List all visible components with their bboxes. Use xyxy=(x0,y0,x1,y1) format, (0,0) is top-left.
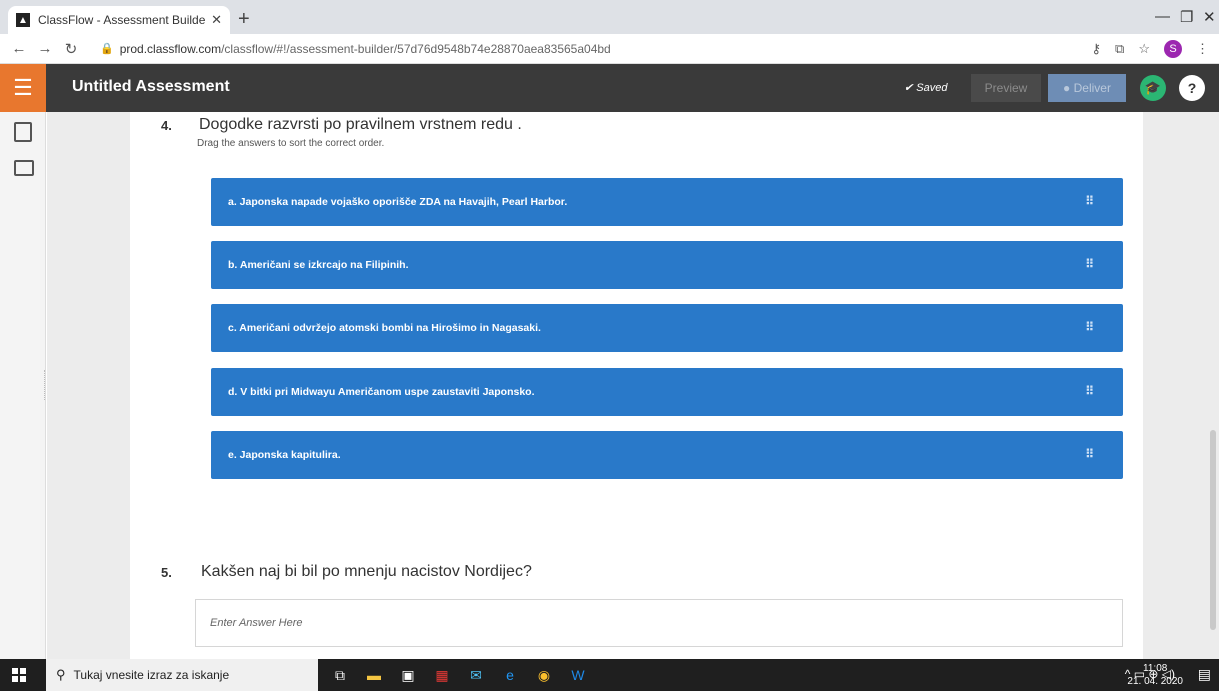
search-icon: ⚲ xyxy=(56,667,66,682)
answer-input[interactable]: Enter Answer Here xyxy=(195,599,1123,647)
key-icon[interactable]: ⚷ xyxy=(1092,41,1102,57)
question-number: 4. xyxy=(161,118,172,133)
tab-title: ClassFlow - Assessment Builder xyxy=(38,13,206,27)
sortable-answer[interactable]: a. Japonska napade vojaško oporišče ZDA … xyxy=(211,178,1123,226)
preview-button[interactable]: Preview xyxy=(971,74,1041,102)
sortable-answer[interactable]: e. Japonska kapitulira. ⠿ xyxy=(211,431,1123,479)
reload-icon[interactable]: ↻ xyxy=(58,40,84,58)
scrollbar[interactable] xyxy=(1210,430,1216,630)
browser-tab[interactable]: ▲ ClassFlow - Assessment Builder ✕ xyxy=(8,6,230,34)
notes-icon[interactable] xyxy=(14,160,34,176)
task-view-icon[interactable]: ⧉ xyxy=(332,667,348,683)
chrome-icon[interactable]: ◉ xyxy=(536,667,552,683)
answer-label: e. Japonska kapitulira. xyxy=(228,449,341,461)
clock[interactable]: 11:08 21. 04. 2020 xyxy=(1127,662,1183,688)
url-path: /classflow/#!/assessment-builder/57d76d9… xyxy=(221,41,611,56)
gift-icon[interactable]: ▦ xyxy=(434,667,450,683)
saved-label: Saved xyxy=(916,82,948,94)
canvas-margin-left xyxy=(47,112,130,659)
lock-icon: 🔒 xyxy=(100,43,114,55)
drag-handle-icon[interactable]: ⠿ xyxy=(1085,194,1095,208)
taskbar: ⚲ Tukaj vnesite izraz za iskanje ⧉ ▬ ▣ ▦… xyxy=(0,659,1219,691)
answer-label: d. V bitki pri Midwayu Američanom uspe z… xyxy=(228,386,535,398)
star-icon[interactable]: ☆ xyxy=(1138,41,1150,57)
question-list-icon[interactable] xyxy=(14,122,32,142)
page-title: Untitled Assessment xyxy=(72,78,230,95)
saved-status: ✔ Saved xyxy=(904,81,947,94)
sortable-answer[interactable]: b. Američani se izkrcajo na Filipinih. ⠿ xyxy=(211,241,1123,289)
notifications-icon[interactable]: ▤ xyxy=(1198,666,1211,683)
drag-handle-icon[interactable]: ⠿ xyxy=(1085,320,1095,334)
url-field[interactable]: prod.classflow.com/classflow/#!/assessme… xyxy=(120,42,611,56)
sortable-answer[interactable]: d. V bitki pri Midwayu Američanom uspe z… xyxy=(211,368,1123,416)
clock-time: 11:08 xyxy=(1143,663,1168,674)
translate-icon[interactable]: ⧉ xyxy=(1115,41,1124,57)
restore-icon[interactable]: ❐ xyxy=(1180,8,1193,26)
app-header: ☰ Untitled Assessment ✔ Saved Preview ● … xyxy=(0,64,1219,112)
clock-date: 21. 04. 2020 xyxy=(1127,676,1183,687)
question-hint: Drag the answers to sort the correct ord… xyxy=(197,138,385,149)
check-circle-icon: ✔ xyxy=(904,82,917,94)
taskbar-search[interactable]: ⚲ Tukaj vnesite izraz za iskanje xyxy=(46,659,318,691)
address-bar-actions: ⚷ ⧉ ☆ S ⋮ xyxy=(1092,40,1209,58)
canvas-margin-right xyxy=(1143,112,1219,659)
drag-handle-icon[interactable]: ⠿ xyxy=(1085,384,1095,398)
deliver-label: Deliver xyxy=(1073,81,1111,95)
browser-tabstrip: ▲ ClassFlow - Assessment Builder ✕ + — ❐… xyxy=(0,0,1219,34)
answer-label: c. Američani odvržejo atomski bombi na H… xyxy=(228,322,541,334)
graduation-cap-icon[interactable]: 🎓 xyxy=(1140,75,1166,101)
windows-start-icon[interactable] xyxy=(12,668,26,682)
question-number: 5. xyxy=(161,565,172,580)
minimize-icon[interactable]: — xyxy=(1155,8,1170,25)
mail-icon[interactable]: ✉ xyxy=(468,667,484,683)
classflow-favicon-icon: ▲ xyxy=(16,13,30,27)
drag-handle-icon[interactable]: ⠿ xyxy=(1085,447,1095,461)
answer-label: a. Japonska napade vojaško oporišče ZDA … xyxy=(228,196,568,208)
address-bar: ← → ↻ 🔒 prod.classflow.com/classflow/#!/… xyxy=(0,34,1219,64)
hamburger-menu-icon[interactable]: ☰ xyxy=(0,64,46,112)
window-close-icon[interactable]: ✕ xyxy=(1203,8,1216,26)
deliver-button[interactable]: ● Deliver xyxy=(1048,74,1126,102)
drag-handle-icon[interactable]: ⠿ xyxy=(1085,257,1095,271)
question-text: Dogodke razvrsti po pravilnem vrstnem re… xyxy=(199,116,522,133)
word-icon[interactable]: W xyxy=(570,667,586,683)
url-host: prod.classflow.com xyxy=(119,41,222,56)
file-explorer-icon[interactable]: ▬ xyxy=(366,667,382,683)
sortable-answer[interactable]: c. Američani odvržejo atomski bombi na H… xyxy=(211,304,1123,352)
help-button[interactable]: ? xyxy=(1179,75,1205,101)
edge-icon[interactable]: e xyxy=(502,667,518,683)
deliver-icon: ● xyxy=(1063,81,1074,95)
close-icon[interactable]: ✕ xyxy=(211,12,222,28)
question-text: Kakšen naj bi bil po mnenju nacistov Nor… xyxy=(201,563,532,580)
new-tab-icon[interactable]: + xyxy=(238,8,250,31)
back-icon[interactable]: ← xyxy=(6,40,32,57)
forward-icon[interactable]: → xyxy=(32,40,58,57)
profile-avatar[interactable]: S xyxy=(1164,40,1182,58)
store-icon[interactable]: ▣ xyxy=(400,667,416,683)
answer-label: b. Američani se izkrcajo na Filipinih. xyxy=(228,259,409,271)
left-sidebar xyxy=(0,112,46,659)
menu-dots-icon[interactable]: ⋮ xyxy=(1196,41,1209,57)
taskbar-search-text: Tukaj vnesite izraz za iskanje xyxy=(73,668,230,682)
